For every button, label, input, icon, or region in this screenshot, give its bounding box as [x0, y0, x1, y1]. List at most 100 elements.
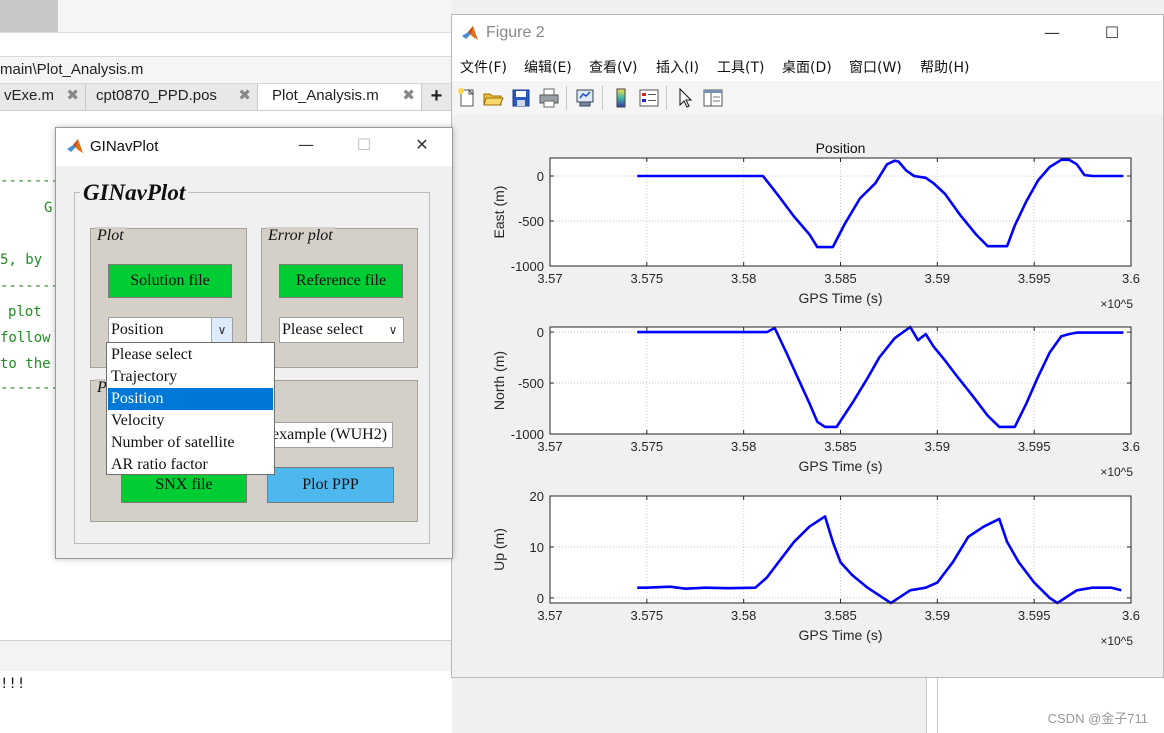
dropdown-option-ar-ratio-factor[interactable]: AR ratio factor — [108, 454, 273, 476]
x-tick-label: 3.585 — [824, 439, 857, 454]
plot-type-select[interactable]: Position ∨ — [108, 317, 233, 343]
open-file-icon[interactable] — [482, 87, 504, 109]
menu-edit[interactable]: 编辑(E) — [524, 57, 572, 77]
minimize-button[interactable]: — — [1037, 21, 1067, 45]
dropdown-option-number-of-satellite[interactable]: Number of satellite — [108, 432, 273, 454]
x-tick-label: 3.59 — [925, 608, 950, 623]
error-plot-panel-title: Error plot — [266, 227, 335, 245]
maximize-button[interactable]: ☐ — [349, 133, 379, 157]
x-tick-label: 3.595 — [1018, 271, 1051, 286]
y-tick-label: 0 — [537, 591, 544, 606]
chevron-down-icon: ∨ — [383, 318, 403, 342]
close-button[interactable]: ✕ — [407, 133, 437, 157]
figure-menu-bar: 文件(F) 编辑(E) 查看(V) 插入(I) 工具(T) 桌面(D) 窗口(W… — [452, 53, 1163, 81]
chevron-down-icon: ∨ — [211, 318, 232, 342]
command-output: !!! — [0, 676, 26, 692]
link-plot-icon[interactable] — [574, 87, 596, 109]
menu-desktop[interactable]: 桌面(D) — [782, 57, 832, 77]
tab-cpt0870-pos[interactable]: cpt0870_PPD.pos ✖ — [86, 84, 258, 110]
x-axis-exponent: ×10^5 — [1100, 297, 1133, 311]
y-tick-label: -1000 — [511, 427, 544, 442]
pointer-icon[interactable] — [674, 87, 696, 109]
plot-type-select-value: Position — [111, 321, 164, 338]
watermark-text: CSDN @金子711 — [1047, 711, 1148, 726]
dropdown-option-trajectory[interactable]: Trajectory — [108, 366, 273, 388]
x-tick-label: 3.58 — [731, 439, 756, 454]
y-tick-label: -500 — [518, 214, 544, 229]
x-tick-label: 3.57 — [537, 608, 562, 623]
tab-label: cpt0870_PPD.pos — [96, 87, 217, 104]
figure-window: Figure 2 — ☐ 文件(F) 编辑(E) 查看(V) 插入(I) 工具(… — [451, 14, 1164, 678]
x-tick-label: 3.59 — [925, 271, 950, 286]
dropdown-option-velocity[interactable]: Velocity — [108, 410, 273, 432]
x-axis-exponent: ×10^5 — [1100, 465, 1133, 479]
gui-title-bar[interactable]: GINavPlot — ☐ ✕ — [56, 128, 452, 166]
menu-insert[interactable]: 插入(I) — [656, 57, 699, 77]
add-tab-button[interactable]: + — [422, 84, 452, 110]
maximize-button[interactable]: ☐ — [1097, 21, 1127, 45]
error-plot-panel: Error plot Reference file Please select … — [261, 227, 418, 368]
property-editor-icon[interactable] — [702, 87, 724, 109]
gui-title: GINavPlot — [90, 138, 159, 155]
y-tick-label: -1000 — [511, 259, 544, 274]
tab-vexe[interactable]: vExe.m ✖ — [0, 84, 86, 110]
y-tick-label: 20 — [530, 489, 544, 504]
editor-file-path: main\Plot_Analysis.m — [0, 56, 452, 84]
gui-heading: GINavPlot — [80, 180, 189, 206]
plot-area: 3.57 3.575 3.58 3.585 3.59 3.595 3.6 0 -500 -1000… — [452, 115, 1163, 677]
save-icon[interactable] — [510, 87, 532, 109]
dropdown-option-please-select[interactable]: Please select — [108, 344, 273, 366]
x-tick-label: 3.59 — [925, 439, 950, 454]
editor-top-bar — [0, 0, 452, 33]
x-tick-label: 3.585 — [824, 271, 857, 286]
x-axis-exponent: ×10^5 — [1100, 634, 1133, 648]
close-tab-icon[interactable]: ✖ — [238, 84, 251, 108]
y-axis-label: East (m) — [491, 186, 507, 239]
menu-file[interactable]: 文件(F) — [460, 57, 507, 77]
menu-view[interactable]: 查看(V) — [589, 57, 638, 77]
figure-title-bar[interactable]: Figure 2 — ☐ — [452, 15, 1163, 53]
menu-window[interactable]: 窗口(W) — [849, 57, 902, 77]
plot-type-dropdown-list: Please select Trajectory Position Veloci… — [106, 342, 275, 475]
close-tab-icon[interactable]: ✖ — [66, 84, 79, 108]
plot-panel-title: Plot — [95, 227, 126, 245]
x-tick-label: 3.575 — [631, 439, 664, 454]
station-input[interactable]: example (WUH2) — [269, 422, 393, 448]
solution-file-button[interactable]: Solution file — [108, 264, 232, 298]
x-axis-label: GPS Time (s) — [798, 458, 882, 474]
position-plot[interactable]: 3.57 3.575 3.58 3.585 3.59 3.595 3.6 0 -500 -1000… — [452, 115, 1163, 677]
code-comment-line: G — [44, 200, 53, 216]
y-axis-label: Up (m) — [491, 528, 507, 571]
y-tick-label: -500 — [518, 376, 544, 391]
legend-icon[interactable] — [638, 87, 660, 109]
x-axis-label: GPS Time (s) — [798, 290, 882, 306]
dropdown-option-position[interactable]: Position — [108, 388, 273, 410]
x-tick-label: 3.58 — [731, 271, 756, 286]
figure-toolbar — [452, 81, 1163, 116]
error-type-select[interactable]: Please select ∨ — [279, 317, 404, 343]
x-tick-label: 3.595 — [1018, 439, 1051, 454]
x-tick-label: 3.595 — [1018, 608, 1051, 623]
y-tick-label: 0 — [537, 325, 544, 340]
menu-help[interactable]: 帮助(H) — [920, 57, 969, 77]
code-comment-line: follow — [0, 330, 51, 346]
minimize-button[interactable]: — — [291, 133, 321, 157]
tab-label: vExe.m — [4, 87, 55, 104]
print-icon[interactable] — [538, 87, 560, 109]
matlab-logo-icon — [67, 139, 83, 153]
new-figure-icon[interactable] — [456, 87, 478, 109]
code-comment-line: to the — [0, 356, 51, 372]
error-type-select-value: Please select — [282, 321, 364, 338]
command-window[interactable]: !!! — [0, 672, 452, 733]
tab-label: Plot_Analysis.m — [272, 87, 379, 104]
reference-file-button[interactable]: Reference file — [279, 264, 403, 298]
tab-plot-analysis[interactable]: Plot_Analysis.m ✖ — [258, 84, 422, 110]
plot-ppp-button[interactable]: Plot PPP — [267, 467, 394, 503]
close-tab-icon[interactable]: ✖ — [402, 84, 415, 108]
colorbar-icon[interactable] — [610, 87, 632, 109]
x-tick-label: 3.575 — [631, 608, 664, 623]
chart-title: Position — [816, 140, 866, 156]
matlab-logo-icon — [462, 26, 478, 40]
editor-status-strip — [0, 640, 452, 671]
menu-tools[interactable]: 工具(T) — [717, 57, 764, 77]
